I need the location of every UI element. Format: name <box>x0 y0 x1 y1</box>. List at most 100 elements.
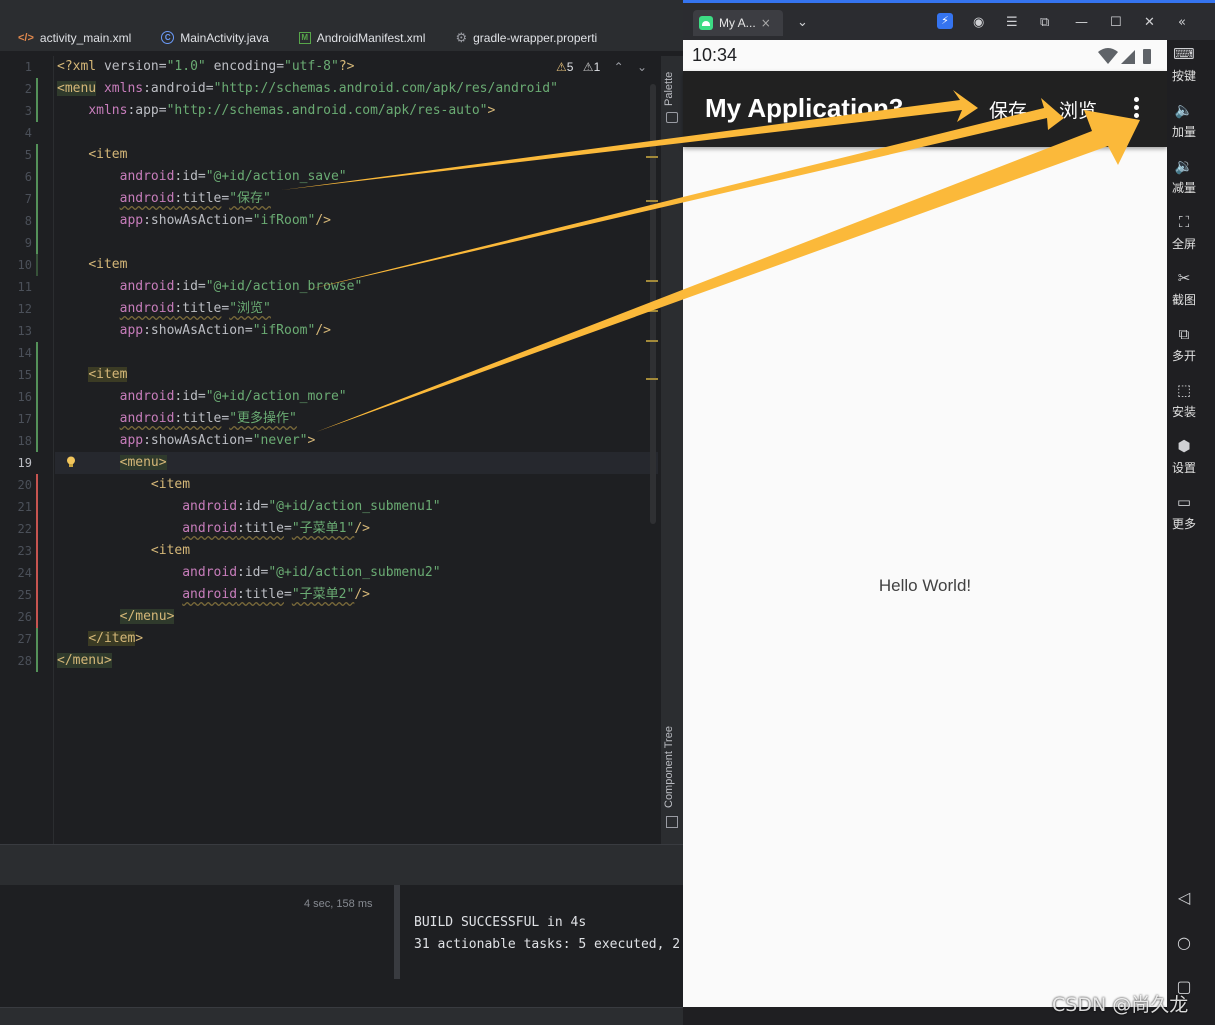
apk-icon: ⬚ <box>1176 381 1192 399</box>
editor-scrollbar[interactable] <box>650 84 656 524</box>
error-stripe-mark[interactable] <box>646 156 658 158</box>
line-number: 27 <box>17 632 32 646</box>
close-window-icon[interactable]: ✕ <box>1144 15 1155 30</box>
build-duration: 4 sec, 158 ms <box>304 898 373 910</box>
line-number: 12 <box>17 302 32 316</box>
toolbar-label: 全屏 <box>1171 237 1196 251</box>
code-line[interactable]: android:id="@+id/action_save" <box>57 166 347 188</box>
line-number: 4 <box>24 126 32 140</box>
fullscreen-icon: ⛶ <box>1178 213 1190 231</box>
line-number: 3 <box>24 104 32 118</box>
code-area[interactable]: <?xml version="1.0" encoding="utf-8"?> <m… <box>57 56 650 844</box>
code-line[interactable]: <item <box>57 540 190 562</box>
chevron-up-icon[interactable]: ⌃ <box>614 60 624 74</box>
browse-action-button[interactable]: 浏览 <box>1059 96 1097 123</box>
code-line[interactable]: android:title="子菜单1"/> <box>57 518 370 540</box>
emulator-title-bar: My A... × ⌄ ⚡ ◉ ☰ ⧉ — ☐ ✕ « <box>683 0 1215 40</box>
toolbar-settings-button[interactable]: ⬢ 设置 <box>1167 436 1201 476</box>
toolbar-label: 更多 <box>1171 517 1196 531</box>
code-line[interactable]: android:id="@+id/action_submenu1" <box>57 496 440 518</box>
code-editor[interactable]: 1 2 3 4 5 6 7 8 9 10 11 12 13 14 15 16 17 18 19 20 21 22 23 24 2… <box>0 56 660 844</box>
tab-activity-main-xml[interactable]: </> activity_main.xml <box>0 24 143 51</box>
toolbar-fullscreen-button[interactable]: ⛶ 全屏 <box>1167 212 1201 252</box>
code-line[interactable]: </item> <box>57 628 143 650</box>
component-tree-tab[interactable]: Component Tree <box>663 726 675 808</box>
account-icon[interactable]: ◉ <box>973 15 984 30</box>
code-line[interactable]: <item <box>57 364 128 386</box>
error-stripe-mark[interactable] <box>646 310 658 312</box>
code-line[interactable]: app:showAsAction="never"> <box>57 430 316 452</box>
palette-tab[interactable]: Palette <box>663 72 675 106</box>
code-line[interactable]: android:id="@+id/action_more" <box>57 386 347 408</box>
inspection-widget[interactable]: ⚠5 ⚠1 ⌃ ⌄ <box>556 60 647 74</box>
toolbar-volume-up-button[interactable]: 🔈 加量 <box>1167 100 1201 140</box>
toolbar-label: 多开 <box>1171 349 1196 363</box>
error-stripe-mark[interactable] <box>646 280 658 282</box>
multi-window-icon: ⧉ <box>1178 325 1190 343</box>
close-icon[interactable]: × <box>761 16 771 30</box>
ide-status-bar <box>0 1007 683 1025</box>
toolbar-more-button[interactable]: ▭ 更多 <box>1167 492 1201 532</box>
code-line[interactable]: android:title="浏览" <box>57 298 271 320</box>
change-marker <box>36 254 38 276</box>
save-action-button[interactable]: 保存 <box>989 96 1027 123</box>
home-nav-icon[interactable]: ○ <box>1167 933 1201 952</box>
android-app-icon <box>699 16 713 30</box>
toolbar-volume-down-button[interactable]: 🔉 减量 <box>1167 156 1201 196</box>
change-marker <box>36 342 38 452</box>
code-line[interactable]: android:title="子菜单2"/> <box>57 584 370 606</box>
collapse-sidebar-icon[interactable]: « <box>1178 15 1186 30</box>
line-number: 23 <box>17 544 32 558</box>
code-line[interactable]: android:id="@+id/action_submenu2" <box>57 562 440 584</box>
error-stripe-mark[interactable] <box>646 200 658 202</box>
minimize-icon[interactable]: — <box>1075 15 1088 30</box>
code-line[interactable]: <item <box>57 254 127 276</box>
scissors-icon: ✂ <box>1177 269 1191 287</box>
back-nav-icon[interactable]: ◁ <box>1167 888 1201 907</box>
code-line[interactable]: android:title="保存" <box>57 188 271 210</box>
tab-gradle-wrapper[interactable]: ⚙ gradle-wrapper.properti <box>437 24 609 51</box>
java-class-icon: C <box>161 31 175 44</box>
code-line[interactable]: android:id="@+id/action_browse" <box>57 276 363 298</box>
emulator-tab[interactable]: My A... × <box>693 10 783 36</box>
build-console[interactable]: BUILD SUCCESSFUL in 4s 31 actionable tas… <box>402 885 683 979</box>
chevron-down-icon[interactable]: ⌄ <box>637 60 647 74</box>
line-number: 5 <box>24 148 32 162</box>
phone-screen[interactable]: 10:34 My Application3 保存 浏览 Hello World! <box>683 40 1167 1007</box>
toolbar-apk-button[interactable]: ⬚ 安装 <box>1167 380 1201 420</box>
more-icon: ▭ <box>1176 493 1192 511</box>
hello-text: Hello World! <box>878 576 972 595</box>
change-marker <box>36 628 38 672</box>
menu-icon[interactable]: ☰ <box>1006 15 1018 30</box>
code-line[interactable]: <item <box>57 144 127 166</box>
code-line[interactable]: </menu> <box>57 650 112 672</box>
toolbar-keyboard-button[interactable]: ⌨ 按键 <box>1167 44 1201 84</box>
code-line[interactable]: app:showAsAction="ifRoom"/> <box>57 210 331 232</box>
toolbar-multi-window-button[interactable]: ⧉ 多开 <box>1167 324 1201 364</box>
tab-main-activity-java[interactable]: C MainActivity.java <box>143 24 280 51</box>
lightbulb-icon[interactable] <box>66 456 76 468</box>
overflow-menu-icon[interactable] <box>1133 97 1141 121</box>
line-number: 2 <box>24 82 32 96</box>
shrink-icon[interactable]: ⧉ <box>1040 15 1049 30</box>
code-line[interactable]: android:title="更多操作" <box>57 408 297 430</box>
line-number: 11 <box>17 280 32 294</box>
code-line[interactable]: <menu xmlns:android="http://schemas.andr… <box>57 78 558 100</box>
code-line[interactable]: xmlns:app="http://schemas.android.com/ap… <box>57 100 495 122</box>
app-title: My Application3 <box>705 93 904 123</box>
chevron-down-icon[interactable]: ⌄ <box>797 15 808 30</box>
line-number: 24 <box>17 566 32 580</box>
code-line[interactable]: <?xml version="1.0" encoding="utf-8"?> <box>57 56 354 78</box>
code-line[interactable]: </menu> <box>57 606 175 628</box>
error-stripe-mark[interactable] <box>646 378 658 380</box>
code-line[interactable]: <item <box>57 474 190 496</box>
warning-icon: ⚠ <box>556 60 567 74</box>
maximize-icon[interactable]: ☐ <box>1110 15 1122 30</box>
panel-splitter[interactable] <box>394 885 400 979</box>
tab-android-manifest[interactable]: M AndroidManifest.xml <box>281 24 438 51</box>
lightning-icon[interactable]: ⚡ <box>937 13 953 29</box>
toolbar-scissors-button[interactable]: ✂ 截图 <box>1167 268 1201 308</box>
line-number: 20 <box>17 478 32 492</box>
code-line[interactable]: app:showAsAction="ifRoom"/> <box>57 320 331 342</box>
error-stripe-mark[interactable] <box>646 340 658 342</box>
